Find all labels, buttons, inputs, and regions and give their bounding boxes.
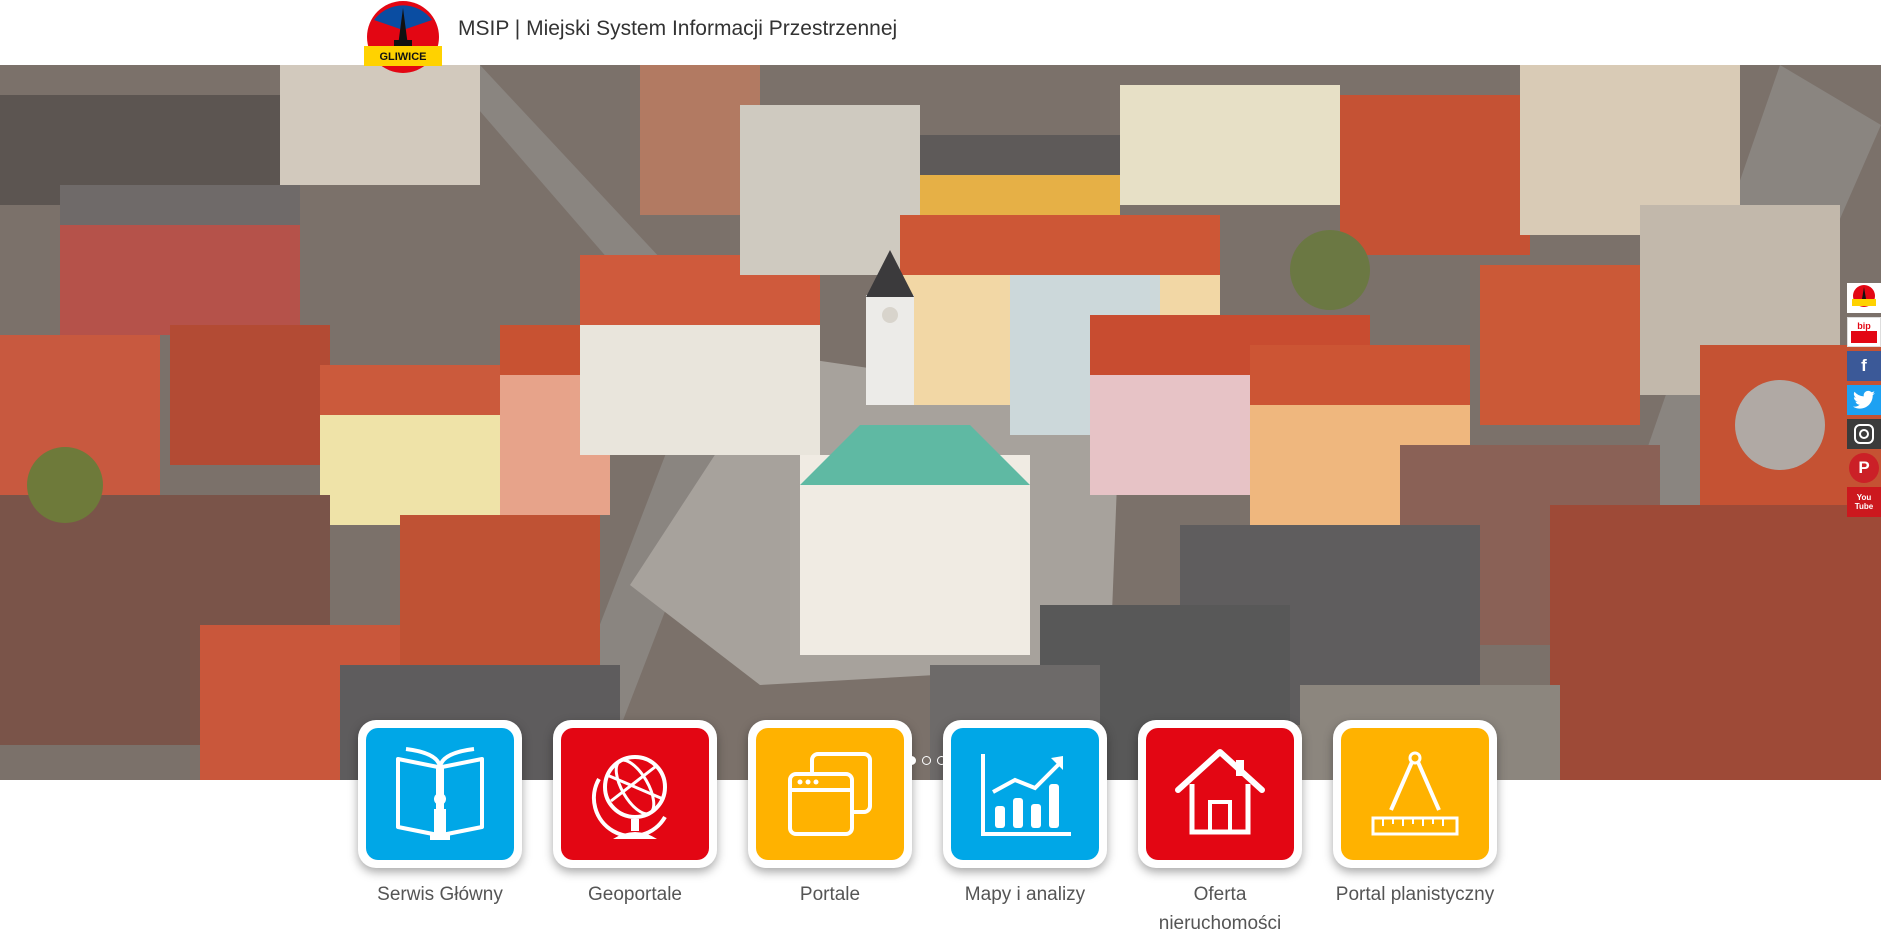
tile-oferta-nieruchomosci[interactable]: Oferta nieruchomości [1138, 720, 1302, 938]
tile-portal-planistyczny[interactable]: Portal planistyczny [1333, 720, 1497, 909]
bip-icon[interactable]: bip [1847, 317, 1881, 347]
tile-label[interactable]: Geoportale [553, 880, 717, 909]
book-info-icon [396, 747, 484, 840]
tile-label[interactable]: Oferta nieruchomości [1138, 880, 1302, 938]
pinterest-label: P [1858, 458, 1870, 477]
tile-icon-bg [951, 728, 1099, 860]
tile-icon-bg [366, 728, 514, 860]
youtube-label: You Tube [1854, 493, 1874, 511]
facebook-icon[interactable]: f [1847, 351, 1881, 381]
instagram-icon[interactable] [1847, 419, 1881, 449]
tile-label[interactable]: Portale [748, 880, 912, 909]
logo-text: GLIWICE [379, 51, 426, 63]
hero-slider[interactable] [0, 65, 1881, 780]
gliwice-logo[interactable]: GLIWICE [358, 0, 448, 78]
tile-card[interactable] [1333, 720, 1497, 868]
bip-label: bip [1857, 321, 1871, 331]
slider-dots [907, 756, 946, 765]
slider-dot-3[interactable] [937, 756, 946, 765]
globe-icon [591, 755, 667, 839]
social-sidebar: bip f P You Tube [1847, 283, 1881, 521]
pinterest-icon[interactable]: P [1849, 453, 1879, 483]
tile-serwis-glowny[interactable]: Serwis Główny [358, 720, 522, 909]
twitter-icon[interactable] [1847, 385, 1881, 415]
tile-card[interactable] [1138, 720, 1302, 868]
tile-icon-bg [756, 728, 904, 860]
tile-card[interactable] [358, 720, 522, 868]
tile-mapy-i-analizy[interactable]: Mapy i analizy [943, 720, 1107, 909]
youtube-icon[interactable]: You Tube [1847, 487, 1881, 517]
slider-dot-1[interactable] [907, 756, 916, 765]
tile-icon-bg [561, 728, 709, 860]
tile-card[interactable] [748, 720, 912, 868]
tile-card[interactable] [553, 720, 717, 868]
tile-card[interactable] [943, 720, 1107, 868]
main-tiles: Serwis Główny Geoportale Portale Mapy i … [358, 720, 1498, 949]
tile-portale[interactable]: Portale [748, 720, 912, 909]
site-title[interactable]: MSIP | Miejski System Informacji Przestr… [458, 17, 897, 41]
compass-ruler-icon [1371, 751, 1459, 836]
house-icon [1175, 749, 1265, 835]
windows-icon [788, 752, 872, 836]
facebook-label: f [1861, 356, 1867, 375]
tile-label[interactable]: Serwis Główny [358, 880, 522, 909]
tile-icon-bg [1341, 728, 1489, 860]
tile-label[interactable]: Portal planistyczny [1333, 880, 1497, 909]
gliwice-logo-icon[interactable] [1847, 283, 1881, 313]
tile-geoportale[interactable]: Geoportale [553, 720, 717, 909]
slider-dot-2[interactable] [922, 756, 931, 765]
hero-city-photo [0, 65, 1881, 780]
chart-icon [981, 754, 1071, 836]
header: GLIWICE MSIP | Miejski System Informacji… [0, 0, 1881, 73]
tile-icon-bg [1146, 728, 1294, 860]
tile-label[interactable]: Mapy i analizy [943, 880, 1107, 909]
